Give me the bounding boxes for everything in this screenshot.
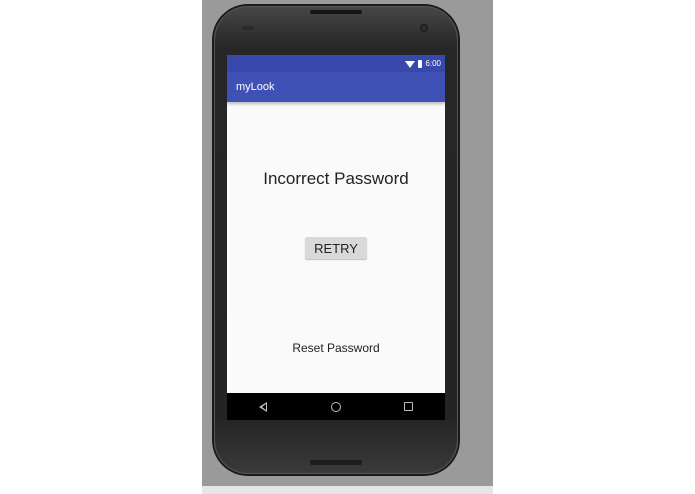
reset-password-link[interactable]: Reset Password (227, 341, 445, 355)
nav-home-button[interactable] (321, 397, 351, 417)
app-title: myLook (236, 81, 275, 93)
recents-icon (404, 402, 414, 411)
navigation-bar (227, 393, 445, 420)
status-bar: 6:00 (227, 55, 445, 72)
status-time: 6:00 (425, 59, 441, 68)
phone-screen: 6:00 myLook Incorrect Password RETRY Res… (227, 55, 445, 420)
incorrect-password-message: Incorrect Password (263, 169, 409, 188)
wifi-icon (405, 60, 416, 68)
retry-button[interactable]: RETRY (305, 237, 367, 259)
emulator-bottom-strip (202, 486, 493, 494)
nav-recents-button[interactable] (394, 397, 424, 417)
top-speaker-grille (310, 10, 362, 14)
proximity-sensor (242, 26, 254, 30)
app-bar: myLook (227, 72, 445, 102)
home-icon (330, 401, 341, 412)
bottom-speaker-grille (310, 460, 362, 465)
battery-icon (418, 59, 423, 68)
nav-back-button[interactable] (248, 397, 278, 417)
front-camera-icon (420, 24, 428, 32)
back-icon (259, 401, 268, 412)
